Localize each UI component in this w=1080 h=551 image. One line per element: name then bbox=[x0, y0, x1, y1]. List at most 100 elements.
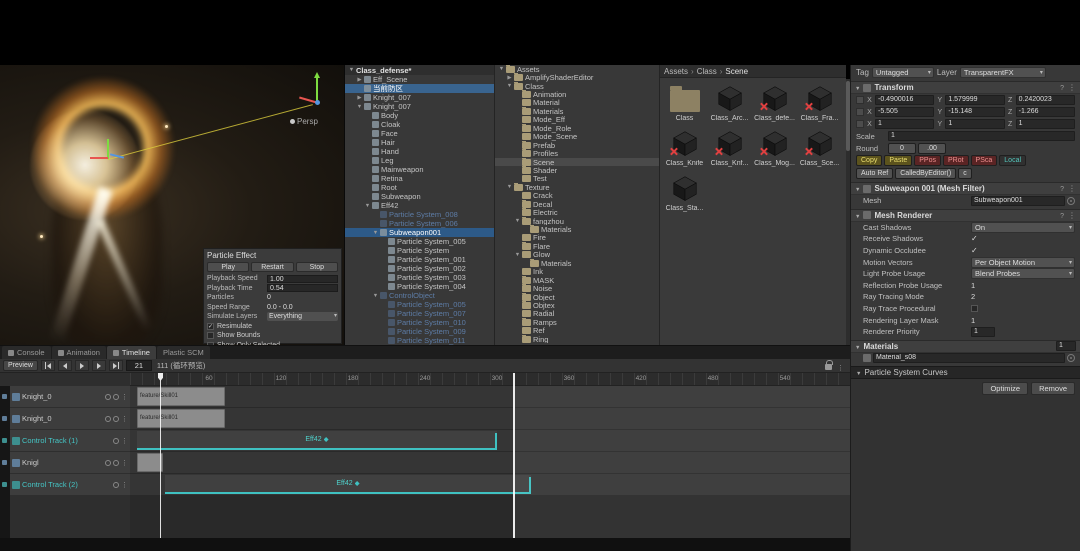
hierarchy-item[interactable]: Particle System_005 bbox=[345, 300, 494, 309]
project-folder[interactable]: Mode_Eff bbox=[495, 116, 659, 124]
dynamic-occludee-checkbox[interactable]: ✓ bbox=[971, 246, 978, 255]
ray-trace-procedural-checkbox[interactable] bbox=[971, 305, 978, 312]
track-menu-icon[interactable] bbox=[121, 392, 128, 401]
row-handle-icon[interactable] bbox=[856, 96, 864, 104]
track-menu-icon[interactable] bbox=[121, 436, 128, 445]
rendering-layer-mask-value[interactable]: 1 bbox=[971, 316, 975, 325]
uniform-scale-field[interactable]: 1 bbox=[888, 131, 1075, 141]
position-x-field[interactable]: -0.4900016 bbox=[875, 95, 934, 105]
position-y-field[interactable]: 1.579999 bbox=[945, 95, 1004, 105]
materials-size-field[interactable]: 1 bbox=[1056, 341, 1076, 351]
materials-header[interactable]: Materials1 bbox=[851, 340, 1080, 353]
optimize-button[interactable]: Optimize bbox=[982, 382, 1028, 395]
project-folder[interactable]: Materials bbox=[495, 259, 659, 267]
project-folder[interactable]: ▼Assets bbox=[495, 65, 659, 73]
hierarchy-item[interactable]: Leg bbox=[345, 156, 494, 165]
hierarchy-item[interactable]: ▶Knight_007 bbox=[345, 93, 494, 102]
project-folder[interactable]: Profiles bbox=[495, 149, 659, 157]
expand-arrow[interactable]: ▼ bbox=[505, 184, 514, 190]
cast-shadows-dropdown[interactable]: On bbox=[971, 222, 1075, 233]
tag-dropdown[interactable]: Untagged bbox=[872, 67, 934, 78]
project-folder[interactable]: Decal bbox=[495, 200, 659, 208]
hierarchy-item[interactable]: Particle System_006 bbox=[345, 219, 494, 228]
project-folder[interactable]: ▼Texture bbox=[495, 183, 659, 191]
foldout-arrow-icon[interactable] bbox=[855, 184, 860, 193]
hierarchy-scene-header[interactable]: ▼Class_defense* bbox=[345, 65, 494, 75]
round-0-button[interactable]: 0 bbox=[888, 143, 916, 154]
mute-icon[interactable] bbox=[113, 438, 119, 444]
breadcrumb-assets[interactable]: Assets bbox=[664, 67, 688, 76]
copy-button[interactable]: Copy bbox=[856, 155, 882, 166]
foldout-arrow-icon[interactable] bbox=[855, 83, 860, 92]
rotation-x-field[interactable]: -5.505 bbox=[875, 107, 934, 117]
go-to-end-button[interactable] bbox=[109, 360, 123, 371]
asset-item[interactable]: Class_Knf... bbox=[707, 126, 752, 167]
show-only-selected-checkbox[interactable] bbox=[207, 342, 214, 345]
project-folder-selected[interactable]: Scene bbox=[495, 158, 659, 166]
playback-speed-field[interactable]: 1.00 bbox=[267, 275, 338, 283]
project-folder[interactable]: ▶AmplifyShaderEditor bbox=[495, 73, 659, 81]
show-bounds-checkbox[interactable] bbox=[207, 332, 214, 339]
hierarchy-item[interactable]: Body bbox=[345, 111, 494, 120]
asset-item[interactable]: Class bbox=[662, 81, 707, 122]
object-picker-icon[interactable] bbox=[1067, 197, 1075, 205]
paste-button[interactable]: Paste bbox=[884, 155, 912, 166]
breadcrumb-class[interactable]: Class bbox=[697, 67, 717, 76]
record-icon[interactable] bbox=[105, 460, 111, 466]
mute-icon[interactable] bbox=[113, 416, 119, 422]
mesh-renderer-header[interactable]: Mesh Renderer bbox=[851, 209, 1080, 222]
restart-button[interactable]: Restart bbox=[251, 262, 293, 272]
gizmo-y-axis[interactable] bbox=[107, 139, 109, 159]
expand-arrow[interactable]: ▼ bbox=[371, 293, 380, 299]
local-toggle[interactable]: Local bbox=[999, 155, 1026, 166]
scale-x-field[interactable]: 1 bbox=[875, 119, 934, 129]
hierarchy-item-selected[interactable]: ▼Subweapon001 bbox=[345, 228, 494, 237]
track-header-animation[interactable]: Knigl bbox=[10, 452, 130, 473]
ppos-button[interactable]: PPos bbox=[914, 155, 941, 166]
round-00-button[interactable]: .00 bbox=[918, 143, 946, 154]
lock-icon[interactable] bbox=[825, 364, 832, 370]
animation-clip[interactable]: feature/Skill01 bbox=[137, 387, 225, 406]
expand-arrow[interactable]: ▶ bbox=[505, 75, 514, 81]
mute-icon[interactable] bbox=[113, 482, 119, 488]
project-folder[interactable]: Animation bbox=[495, 90, 659, 98]
asset-item[interactable]: Class_Sce... bbox=[797, 126, 842, 167]
asset-item[interactable]: Class_Sta... bbox=[662, 171, 707, 212]
project-folder[interactable]: Objtex bbox=[495, 301, 659, 309]
track-menu-icon[interactable] bbox=[121, 458, 128, 467]
project-folder[interactable]: ▼Class bbox=[495, 82, 659, 90]
project-folder[interactable]: Object bbox=[495, 293, 659, 301]
project-folder[interactable]: Electric bbox=[495, 208, 659, 216]
hierarchy-item[interactable]: ▶Eff_Scene bbox=[345, 75, 494, 84]
help-icon[interactable] bbox=[1060, 211, 1064, 220]
hierarchy-item[interactable]: ▼ControlObject bbox=[345, 291, 494, 300]
hierarchy-item[interactable]: Particle System_011 bbox=[345, 336, 494, 345]
hierarchy-item[interactable]: Particle System_009 bbox=[345, 327, 494, 336]
reflection-probe-usage-value[interactable]: 1 bbox=[971, 281, 975, 290]
timeline-ruler[interactable]: 60 120 180 240 300 360 420 480 540 bbox=[130, 373, 850, 386]
track-header-animation[interactable]: Knight_0 bbox=[10, 408, 130, 429]
object-picker-icon[interactable] bbox=[1067, 354, 1075, 362]
row-handle-icon[interactable] bbox=[856, 120, 864, 128]
light-probe-usage-dropdown[interactable]: Blend Probes bbox=[971, 268, 1075, 279]
project-folder[interactable]: Ink bbox=[495, 268, 659, 276]
renderer-priority-field[interactable]: 1 bbox=[971, 327, 995, 337]
hierarchy-item[interactable]: Face bbox=[345, 129, 494, 138]
hierarchy-item[interactable]: Subweapon bbox=[345, 192, 494, 201]
project-folder[interactable]: Shader bbox=[495, 166, 659, 174]
hierarchy-item[interactable]: Particle System_002 bbox=[345, 264, 494, 273]
next-frame-button[interactable] bbox=[92, 360, 106, 371]
particle-system-curves-bar[interactable]: Particle System Curves bbox=[851, 366, 1080, 379]
expand-arrow[interactable]: ▼ bbox=[371, 230, 380, 236]
preview-toggle[interactable]: Preview bbox=[3, 360, 38, 371]
mute-icon[interactable] bbox=[113, 460, 119, 466]
hierarchy-item[interactable]: Root bbox=[345, 183, 494, 192]
project-folder[interactable]: Mode_Scene bbox=[495, 133, 659, 141]
timeline-end-marker[interactable] bbox=[513, 373, 515, 538]
record-icon[interactable] bbox=[105, 416, 111, 422]
scale-z-field[interactable]: 1 bbox=[1016, 119, 1075, 129]
called-by-editor-button[interactable]: CalledByEditor() bbox=[895, 168, 956, 179]
timeline-menu-icon[interactable] bbox=[837, 357, 844, 375]
project-folder[interactable]: Test bbox=[495, 175, 659, 183]
record-icon[interactable] bbox=[105, 394, 111, 400]
